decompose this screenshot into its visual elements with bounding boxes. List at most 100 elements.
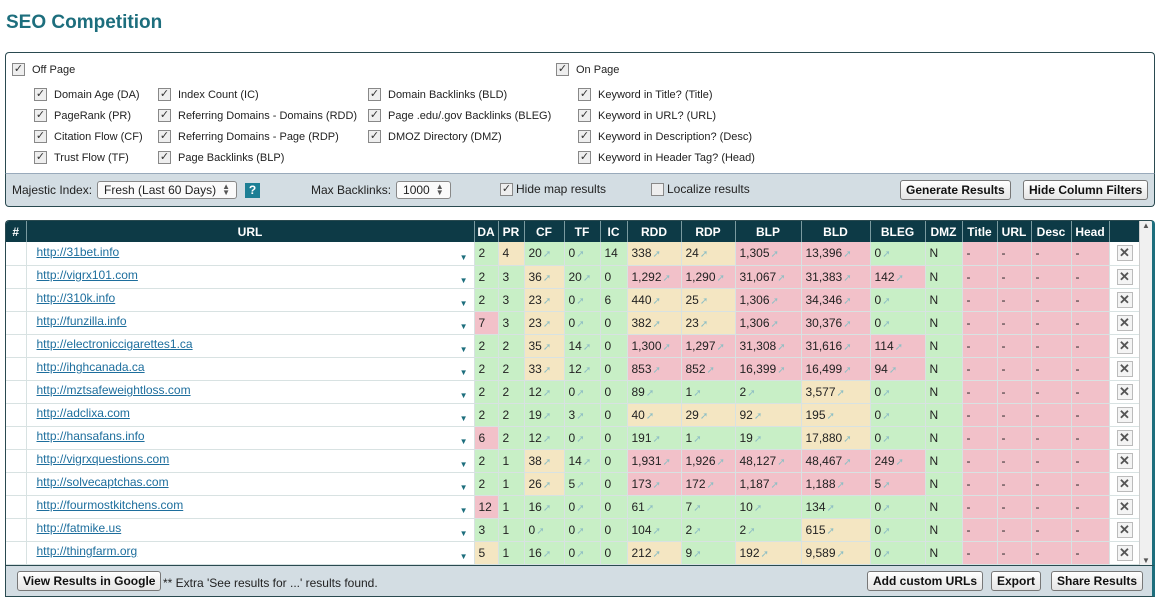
filter-col3-2[interactable]: ✓ DMOZ Directory (DMZ) bbox=[368, 130, 502, 143]
majestic-index-select[interactable]: Fresh (Last 60 Days) ▲ ▼ bbox=[97, 181, 238, 199]
column-header-url[interactable]: URL bbox=[26, 221, 475, 242]
external-link-arrow-icon[interactable]: ➚ bbox=[777, 273, 785, 284]
external-link-arrow-icon[interactable]: ➚ bbox=[693, 503, 701, 514]
external-link-arrow-icon[interactable]: ➚ bbox=[543, 365, 551, 376]
scroll-down-icon[interactable]: ▼ bbox=[1140, 556, 1152, 565]
external-link-arrow-icon[interactable]: ➚ bbox=[693, 434, 701, 445]
external-link-arrow-icon[interactable]: ➚ bbox=[576, 411, 584, 422]
external-link-arrow-icon[interactable]: ➚ bbox=[700, 249, 708, 260]
external-link-arrow-icon[interactable]: ➚ bbox=[653, 480, 661, 491]
external-link-arrow-icon[interactable]: ➚ bbox=[771, 296, 779, 307]
external-link-arrow-icon[interactable]: ➚ bbox=[754, 503, 762, 514]
external-link-arrow-icon[interactable]: ➚ bbox=[837, 549, 845, 560]
export-button[interactable]: Export bbox=[991, 571, 1042, 591]
external-link-arrow-icon[interactable]: ➚ bbox=[882, 526, 890, 537]
checkbox-icon[interactable]: ✓ bbox=[368, 109, 381, 122]
external-link-arrow-icon[interactable]: ➚ bbox=[646, 411, 654, 422]
column-header-url[interactable]: URL bbox=[997, 221, 1032, 242]
hide-map-checkbox[interactable]: ✓ bbox=[500, 182, 513, 196]
scroll-up-icon[interactable]: ▲ bbox=[1140, 221, 1152, 230]
remove-row-icon[interactable]: ✕ bbox=[1116, 429, 1133, 446]
external-link-arrow-icon[interactable]: ➚ bbox=[576, 388, 584, 399]
external-link-arrow-icon[interactable]: ➚ bbox=[882, 434, 890, 445]
external-link-arrow-icon[interactable]: ➚ bbox=[837, 388, 845, 399]
filter-col3-0[interactable]: ✓ Domain Backlinks (BLD) bbox=[368, 88, 507, 101]
result-url-link[interactable]: http://ihghcanada.ca bbox=[37, 360, 145, 374]
column-header-pr[interactable]: PR bbox=[498, 221, 525, 242]
external-link-arrow-icon[interactable]: ➚ bbox=[583, 273, 591, 284]
external-link-arrow-icon[interactable]: ➚ bbox=[843, 249, 851, 260]
external-link-arrow-icon[interactable]: ➚ bbox=[827, 411, 835, 422]
external-link-arrow-icon[interactable]: ➚ bbox=[889, 365, 897, 376]
checkbox-icon[interactable]: ✓ bbox=[158, 88, 171, 101]
external-link-arrow-icon[interactable]: ➚ bbox=[882, 388, 890, 399]
checkbox-icon[interactable]: ✓ bbox=[556, 63, 569, 76]
dropdown-arrow-icon[interactable]: ▼ bbox=[460, 368, 468, 377]
checkbox-icon[interactable]: ✓ bbox=[34, 151, 47, 164]
external-link-arrow-icon[interactable]: ➚ bbox=[771, 319, 779, 330]
external-link-arrow-icon[interactable]: ➚ bbox=[576, 319, 584, 330]
external-link-arrow-icon[interactable]: ➚ bbox=[747, 388, 755, 399]
external-link-arrow-icon[interactable]: ➚ bbox=[843, 273, 851, 284]
remove-row-icon[interactable]: ✕ bbox=[1116, 475, 1133, 492]
result-url-link[interactable]: http://adclixa.com bbox=[37, 406, 130, 420]
filter-col2-2[interactable]: ✓ Referring Domains - Page (RDP) bbox=[158, 130, 339, 143]
filter-col1-2[interactable]: ✓ Citation Flow (CF) bbox=[34, 130, 143, 143]
external-link-arrow-icon[interactable]: ➚ bbox=[543, 249, 551, 260]
dropdown-arrow-icon[interactable]: ▼ bbox=[460, 506, 468, 515]
checkbox-icon[interactable]: ✓ bbox=[578, 109, 591, 122]
external-link-arrow-icon[interactable]: ➚ bbox=[653, 434, 661, 445]
on-page-checkbox[interactable]: ✓ On Page bbox=[556, 63, 619, 76]
column-header-desc[interactable]: Desc bbox=[1031, 221, 1072, 242]
result-url-link[interactable]: http://31bet.info bbox=[37, 245, 120, 259]
external-link-arrow-icon[interactable]: ➚ bbox=[653, 549, 661, 560]
filter-col2-0[interactable]: ✓ Index Count (IC) bbox=[158, 88, 259, 101]
external-link-arrow-icon[interactable]: ➚ bbox=[843, 296, 851, 307]
external-link-arrow-icon[interactable]: ➚ bbox=[543, 503, 551, 514]
external-link-arrow-icon[interactable]: ➚ bbox=[895, 342, 903, 353]
dropdown-arrow-icon[interactable]: ▼ bbox=[460, 529, 468, 538]
external-link-arrow-icon[interactable]: ➚ bbox=[576, 434, 584, 445]
external-link-arrow-icon[interactable]: ➚ bbox=[707, 480, 715, 491]
external-link-arrow-icon[interactable]: ➚ bbox=[653, 249, 661, 260]
column-header-ic[interactable]: IC bbox=[600, 221, 628, 242]
external-link-arrow-icon[interactable]: ➚ bbox=[536, 526, 544, 537]
external-link-arrow-icon[interactable]: ➚ bbox=[747, 526, 755, 537]
remove-row-icon[interactable]: ✕ bbox=[1116, 521, 1133, 538]
external-link-arrow-icon[interactable]: ➚ bbox=[663, 273, 671, 284]
external-link-arrow-icon[interactable]: ➚ bbox=[771, 249, 779, 260]
external-link-arrow-icon[interactable]: ➚ bbox=[693, 549, 701, 560]
result-url-link[interactable]: http://thingfarm.org bbox=[37, 544, 138, 558]
external-link-arrow-icon[interactable]: ➚ bbox=[707, 365, 715, 376]
result-url-link[interactable]: http://solvecaptchas.com bbox=[37, 475, 169, 489]
external-link-arrow-icon[interactable]: ➚ bbox=[583, 365, 591, 376]
max-backlinks-select[interactable]: 1000 ▲ ▼ bbox=[396, 181, 451, 199]
external-link-arrow-icon[interactable]: ➚ bbox=[896, 457, 904, 468]
column-header-blp[interactable]: BLP bbox=[735, 221, 802, 242]
generate-results-button[interactable]: Generate Results bbox=[900, 180, 1011, 200]
external-link-arrow-icon[interactable]: ➚ bbox=[827, 503, 835, 514]
filter-col1-3[interactable]: ✓ Trust Flow (TF) bbox=[34, 151, 129, 164]
external-link-arrow-icon[interactable]: ➚ bbox=[700, 296, 708, 307]
external-link-arrow-icon[interactable]: ➚ bbox=[717, 342, 725, 353]
external-link-arrow-icon[interactable]: ➚ bbox=[882, 549, 890, 560]
column-header-da[interactable]: DA bbox=[474, 221, 499, 242]
external-link-arrow-icon[interactable]: ➚ bbox=[717, 273, 725, 284]
dropdown-arrow-icon[interactable]: ▼ bbox=[460, 437, 468, 446]
result-url-link[interactable]: http://electroniccigarettes1.ca bbox=[37, 337, 193, 351]
result-url-link[interactable]: http://310k.info bbox=[37, 291, 116, 305]
external-link-arrow-icon[interactable]: ➚ bbox=[693, 526, 701, 537]
checkbox-icon[interactable]: ✓ bbox=[34, 88, 47, 101]
external-link-arrow-icon[interactable]: ➚ bbox=[837, 480, 845, 491]
dropdown-arrow-icon[interactable]: ▼ bbox=[460, 345, 468, 354]
external-link-arrow-icon[interactable]: ➚ bbox=[843, 365, 851, 376]
remove-row-icon[interactable]: ✕ bbox=[1116, 544, 1133, 561]
external-link-arrow-icon[interactable]: ➚ bbox=[543, 273, 551, 284]
external-link-arrow-icon[interactable]: ➚ bbox=[693, 388, 701, 399]
column-header-cf[interactable]: CF bbox=[524, 221, 565, 242]
external-link-arrow-icon[interactable]: ➚ bbox=[653, 296, 661, 307]
filter-col4-1[interactable]: ✓ Keyword in URL? (URL) bbox=[578, 109, 716, 122]
column-header-bleg[interactable]: BLEG bbox=[870, 221, 926, 242]
remove-row-icon[interactable]: ✕ bbox=[1116, 498, 1133, 515]
checkbox-icon[interactable]: ✓ bbox=[158, 151, 171, 164]
